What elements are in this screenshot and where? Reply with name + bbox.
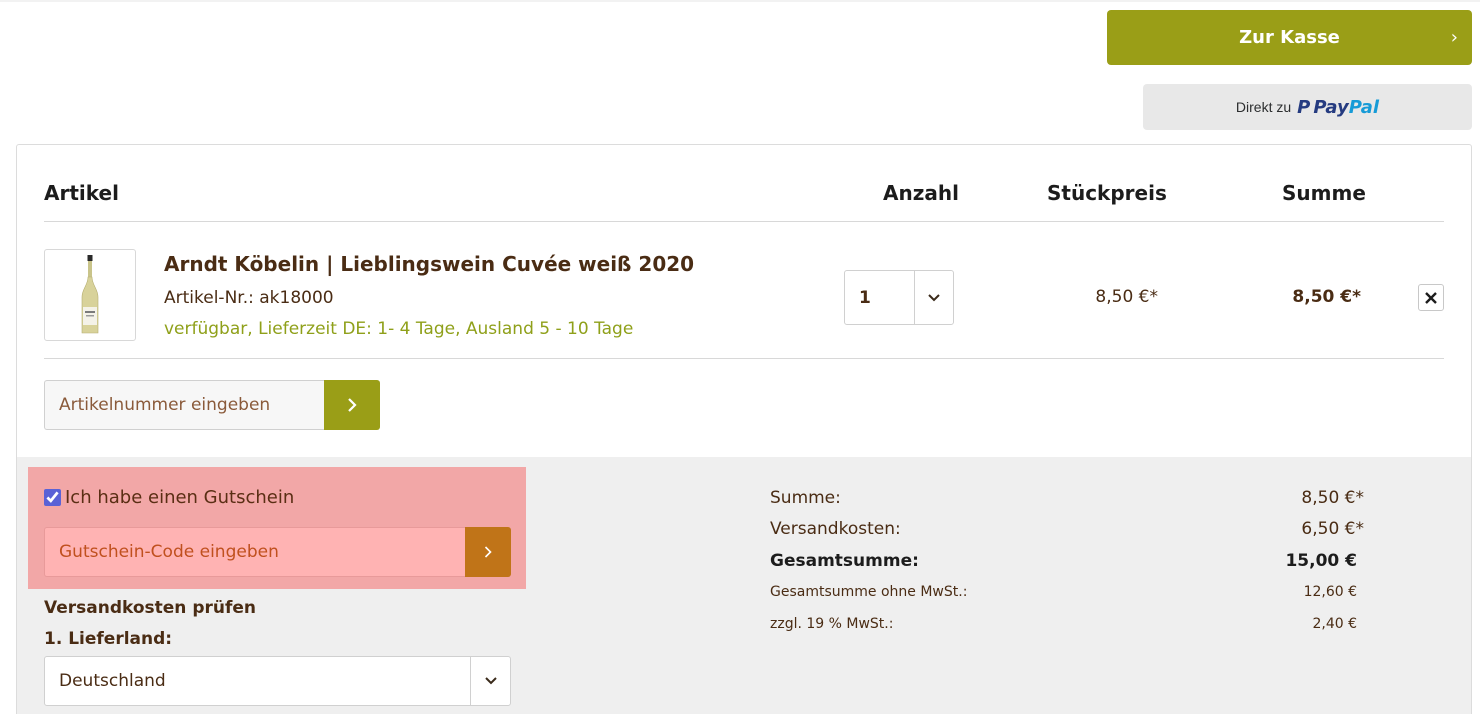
paypal-brand-pal: Pal xyxy=(1348,96,1380,118)
column-header-unit-price: Stückpreis xyxy=(1047,181,1167,205)
grand-total-value: 15,00 € xyxy=(1285,551,1357,571)
paypal-express-button[interactable]: Direkt zu P PayPal xyxy=(1143,84,1472,130)
shipping-country-label: 1. Lieferland: xyxy=(44,629,173,649)
chevron-down-icon xyxy=(470,657,510,705)
column-header-quantity: Anzahl xyxy=(883,181,959,205)
paypal-p-icon: P xyxy=(1297,96,1311,118)
net-total-value: 12,60 € xyxy=(1303,584,1357,600)
shipping-cost-value: 6,50 €* xyxy=(1301,519,1364,539)
item-divider xyxy=(44,358,1444,359)
chevron-down-icon xyxy=(913,271,953,324)
product-sku: Artikel-Nr.: ak18000 xyxy=(164,288,334,308)
chevron-right-icon: › xyxy=(1450,27,1458,48)
voucher-checkbox-label: Ich habe einen Gutschein xyxy=(65,487,295,508)
unit-price: 8,50 €* xyxy=(1095,287,1158,307)
checkout-button[interactable]: Zur Kasse › xyxy=(1107,10,1472,65)
paypal-prefix: Direkt zu xyxy=(1235,99,1292,115)
remove-item-button[interactable] xyxy=(1418,284,1444,311)
product-name[interactable]: Arndt Köbelin | Lieblingswein Cuvée weiß… xyxy=(164,252,694,276)
paypal-logo: P PayPal xyxy=(1297,97,1379,118)
quantity-value: 1 xyxy=(859,287,871,308)
chevron-right-icon xyxy=(484,546,492,558)
column-header-total: Summe xyxy=(1282,181,1366,205)
voucher-code-input[interactable] xyxy=(44,527,465,577)
close-icon xyxy=(1425,291,1437,304)
shipping-cost-label: Versandkosten: xyxy=(770,519,901,539)
vat-value: 2,40 € xyxy=(1312,616,1357,632)
voucher-form xyxy=(44,527,511,577)
checkout-label: Zur Kasse xyxy=(1239,27,1340,48)
header-divider xyxy=(44,221,1444,222)
grand-total-label: Gesamtsumme: xyxy=(770,551,919,571)
subtotal-value: 8,50 €* xyxy=(1301,488,1364,508)
chevron-right-icon xyxy=(348,398,357,412)
wine-bottle-icon xyxy=(81,255,99,334)
article-number-submit-button[interactable] xyxy=(324,380,380,430)
net-total-label: Gesamtsumme ohne MwSt.: xyxy=(770,584,968,600)
quantity-select[interactable]: 1 xyxy=(844,270,954,325)
product-availability: verfügbar, Lieferzeit DE: 1- 4 Tage, Aus… xyxy=(164,319,634,339)
column-header-article: Artikel xyxy=(44,181,119,205)
shipping-country-value: Deutschland xyxy=(59,671,166,691)
voucher-checkbox[interactable] xyxy=(44,489,61,506)
product-thumbnail[interactable] xyxy=(44,249,136,341)
vat-label: zzgl. 19 % MwSt.: xyxy=(770,616,894,632)
shipping-country-select[interactable]: Deutschland xyxy=(44,656,511,706)
article-number-input[interactable] xyxy=(44,380,324,430)
voucher-submit-button[interactable] xyxy=(465,527,511,577)
line-total: 8,50 €* xyxy=(1292,287,1361,307)
paypal-brand-pay: Pay xyxy=(1313,96,1349,118)
voucher-toggle[interactable]: Ich habe einen Gutschein xyxy=(44,487,294,508)
article-number-form xyxy=(44,380,380,430)
subtotal-label: Summe: xyxy=(770,488,841,508)
top-divider xyxy=(0,0,1480,2)
shipping-check-title: Versandkosten prüfen xyxy=(44,598,257,618)
